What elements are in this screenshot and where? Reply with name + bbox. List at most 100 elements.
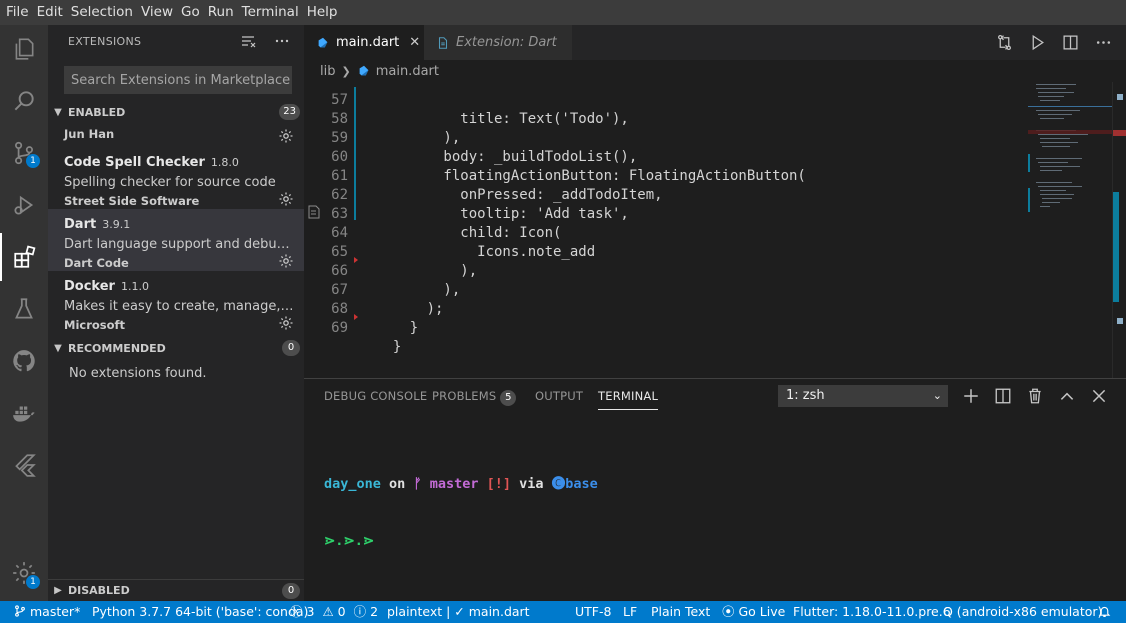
code-line: 63 child: Icon( [304,186,1104,241]
compare-changes-icon[interactable] [996,34,1013,51]
docker-icon [13,406,35,422]
extension-publisher: Microsoft [64,318,126,332]
clear-filter-icon[interactable] [240,33,256,49]
search-button[interactable] [0,77,48,125]
tab-terminal[interactable]: TERMINAL [598,389,659,410]
search-extensions-input[interactable] [64,66,292,94]
code-line: 69 } [304,300,1104,355]
tab-problems[interactable]: PROBLEMS 5 [432,389,517,406]
run-icon[interactable] [1029,34,1046,51]
chevron-down-icon: ▼ [54,106,62,118]
more-actions-icon[interactable] [1095,34,1112,51]
terminal-select[interactable]: 1: zsh ⌄ [778,385,948,407]
menu-edit[interactable]: Edit [33,0,67,25]
trash-icon[interactable] [1026,387,1044,405]
flutter-button[interactable] [0,441,48,489]
extensions-icon [14,245,36,268]
split-terminal-icon[interactable] [994,387,1012,405]
git-deleted-marker [354,257,358,263]
disabled-count-badge: 0 [282,583,300,599]
manage-gear-icon[interactable] [278,191,294,207]
code-line: 62 tooltip: 'Add task', [304,167,1104,222]
tab-main-dart[interactable]: main.dart ✕ [304,25,424,60]
extension-item-selected[interactable]: Dart 3.9.1 Dart language support and debu… [48,209,304,271]
new-terminal-icon[interactable] [962,387,980,405]
testing-button[interactable] [0,285,48,333]
code-line: 60 floatingActionButton: FloatingActionB… [304,129,1104,184]
run-debug-button[interactable] [0,181,48,229]
dart-file-icon [318,37,328,47]
source-control-button[interactable]: 1 [0,129,48,177]
scrollbar-thumb[interactable] [1117,94,1123,100]
line-number: 69 [331,320,348,336]
close-tab-icon[interactable]: ✕ [409,35,420,50]
go-live-status[interactable]: ⦿ Go Live [722,601,785,623]
device-status[interactable]: Q (android-x86 emulator) [943,601,1102,623]
git-modified-gutter [354,87,356,220]
vertical-scrollbar[interactable] [1112,82,1126,378]
extension-name: Dart 3.9.1 [64,217,131,232]
flutter-icon [15,454,36,477]
extension-item[interactable]: Docker 1.1.0 Makes it easy to create, man… [48,271,304,333]
section-recommended-header[interactable]: ▼ RECOMMENDED 0 [48,337,304,359]
terminal-prompt-line: day_one on ᚠ master [!] via 🅒base [324,476,598,492]
code-line: 58 ), [304,91,1104,146]
github-button[interactable] [0,337,48,385]
warning-icon: ⚠ [322,604,334,619]
close-panel-icon[interactable] [1090,387,1108,405]
menu-go[interactable]: Go [177,0,204,25]
terminal-input-line: ⋗.⋗.⋗ [324,533,375,549]
extension-item-partial[interactable]: Jun Han [48,123,304,147]
notifications-bell-icon[interactable] [1098,601,1111,623]
extension-publisher: Dart Code [64,256,129,270]
tab-debug-console[interactable]: DEBUG CONSOLE [324,389,427,403]
extension-publisher: Jun Han [64,127,115,141]
section-disabled-header[interactable]: ▶ DISABLED 0 [48,579,304,601]
git-branch-status[interactable]: master* [14,601,80,623]
tab-output[interactable]: OUTPUT [535,389,583,403]
eol-status[interactable]: LF [623,601,637,623]
chevron-right-icon: ▶ [54,585,62,596]
manage-gear-icon[interactable] [278,128,294,144]
language-status[interactable]: Plain Text [651,601,710,623]
menu-run[interactable]: Run [204,0,238,25]
extensions-sidebar: EXTENSIONS ▼ ENABLED 23 Jun Han Code Spe… [48,25,304,601]
manage-gear-icon[interactable] [278,315,294,331]
code-editor[interactable]: 57 title: Text('Todo'), 58 ), 59 body: _… [304,82,1126,378]
section-enabled-header[interactable]: ▼ ENABLED 23 [48,101,304,123]
breadcrumb: lib ❯ main.dart [304,60,1126,82]
maximize-panel-icon[interactable] [1058,387,1076,405]
tab-extension-dart[interactable]: Extension: Dart [424,25,572,60]
extension-item[interactable]: Code Spell Checker 1.8.0 Spelling checker… [48,147,304,209]
explorer-button[interactable] [0,25,48,73]
menu-view[interactable]: View [137,0,177,25]
problems-status[interactable]: ⓧ 3 ⚠ 0 ⓘ 2 [290,601,378,623]
manage-button[interactable]: 1 [0,549,48,597]
terminal-output[interactable]: day_one on ᚠ master [!] via 🅒base ⋗.⋗.⋗ [324,437,598,589]
activity-bar: 1 1 [0,25,48,601]
breadcrumb-folder[interactable]: lib [320,64,335,79]
menu-selection[interactable]: Selection [67,0,137,25]
minimap[interactable] [1028,82,1112,378]
menu-help[interactable]: Help [303,0,342,25]
python-interpreter-status[interactable]: Python 3.7.7 64-bit ('base': conda) [92,601,308,623]
code-lens-icon[interactable] [308,205,320,219]
docker-button[interactable] [0,389,48,437]
encoding-status[interactable]: UTF-8 [575,601,611,623]
flutter-version-status[interactable]: Flutter: 1.18.0-11.0.pre.6 [793,601,951,623]
extension-description: Dart language support and debugger for V… [64,237,296,252]
extensions-button[interactable] [0,233,48,281]
breadcrumb-file[interactable]: main.dart [376,64,439,79]
line-text: } [376,320,419,336]
menu-terminal[interactable]: Terminal [238,0,303,25]
code-line: 64 Icons.note_add [304,205,1104,260]
more-actions-icon[interactable] [274,33,290,49]
manage-gear-icon[interactable] [278,253,294,269]
split-editor-icon[interactable] [1062,34,1079,51]
status-bar: master* Python 3.7.7 64-bit ('base': con… [0,601,1126,623]
code-line: 66 ), [304,243,1104,298]
extension-description: Makes it easy to create, manage, and deb… [64,299,296,314]
menu-file[interactable]: File [2,0,33,25]
language-mode-status[interactable]: plaintext | ✓ main.dart [387,601,530,623]
code-line: 61 onPressed: _addTodoItem, [304,148,1104,203]
